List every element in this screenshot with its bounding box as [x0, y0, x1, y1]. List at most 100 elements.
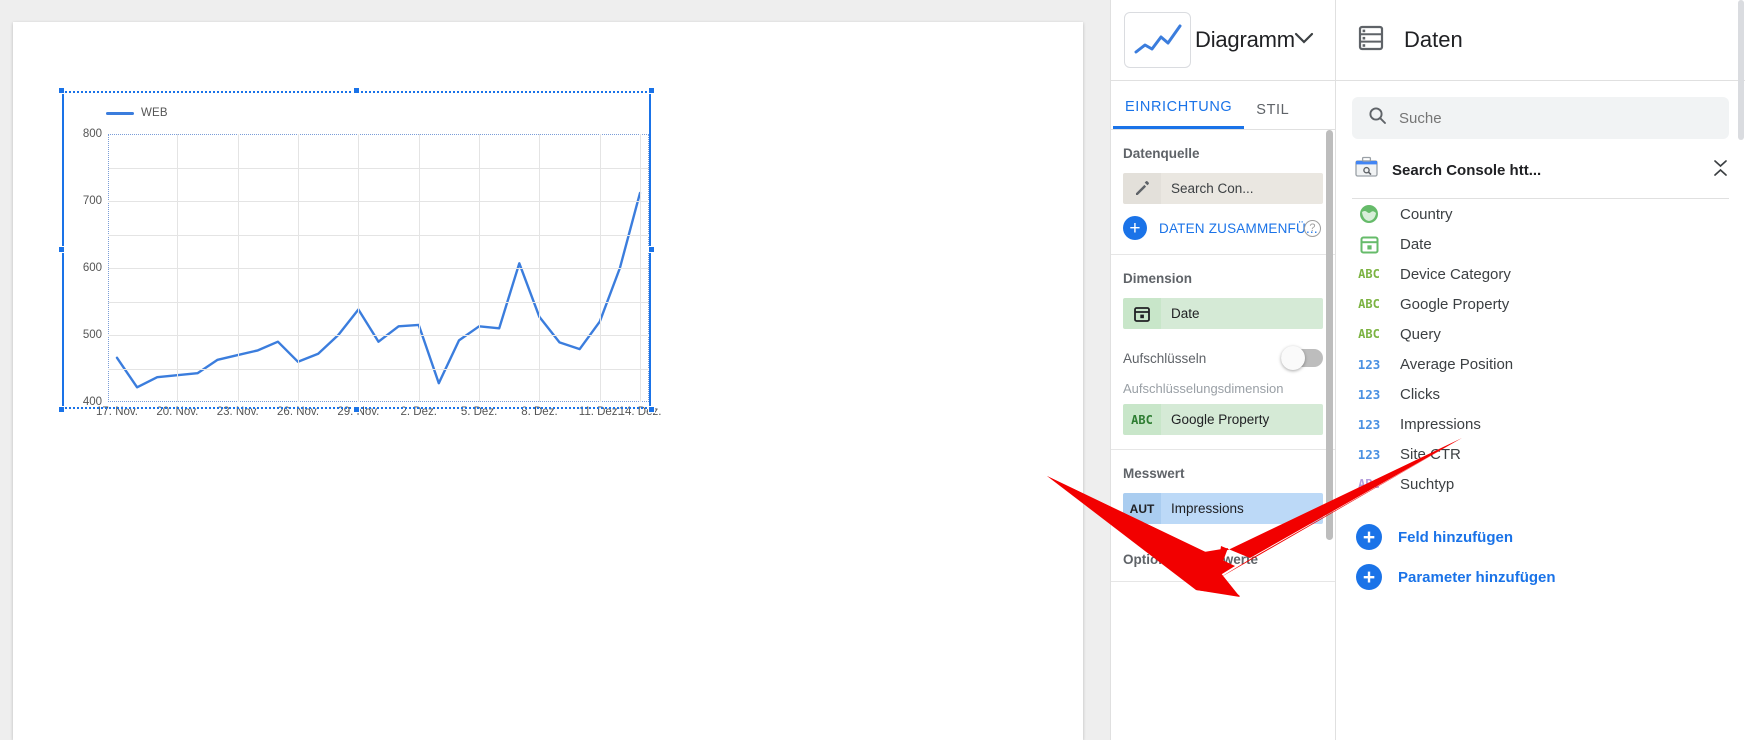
field-label: Google Property	[1400, 295, 1510, 313]
pencil-icon[interactable]	[1123, 173, 1161, 204]
section-messwert: Messwert AUT Impressions Optionale Messw…	[1111, 450, 1335, 582]
properties-scroll-track[interactable]	[1324, 130, 1335, 740]
resize-handle-top-middle[interactable]	[353, 87, 360, 94]
legend-label-web: WEB	[141, 107, 168, 119]
data-add-link-label: Parameter hinzufügen	[1398, 568, 1556, 586]
report-page[interactable]: WEB 400 500 600 700 800 17. Nov. 20. Nov. 23. …	[13, 22, 1083, 740]
help-circle-icon[interactable]: ?	[1304, 219, 1321, 237]
chart-gridline-v	[237, 134, 239, 402]
data-source-name: Search Console htt...	[1392, 161, 1542, 179]
resize-handle-bottom-right[interactable]	[648, 406, 655, 413]
number-type-icon: 123	[1357, 356, 1381, 372]
merge-data-link[interactable]: + DATEN ZUSAMMENFÜ... ?	[1123, 216, 1323, 240]
datasource-title: Datenquelle	[1123, 146, 1200, 161]
chart-gridline-v	[177, 134, 179, 402]
report-canvas-area: WEB 400 500 600 700 800 17. Nov. 20. Nov. 23. …	[0, 0, 1110, 740]
data-add-link[interactable]: + Feld hinzufügen	[1336, 517, 1745, 557]
properties-tabs: EINRICHTUNG STIL	[1111, 81, 1335, 130]
breakdown-toggle-row: Aufschlüsseln	[1123, 346, 1323, 370]
legend-swatch-web	[106, 111, 134, 115]
field-row[interactable]: 123 Average Position	[1336, 349, 1745, 379]
y-axis-tick-label: 600	[82, 262, 102, 274]
app-root: WEB 400 500 600 700 800 17. Nov. 20. Nov. 23. …	[0, 0, 1745, 740]
datasource-chip[interactable]: Search Con...	[1123, 173, 1323, 204]
chart-properties-panel: Diagramm EINRICHTUNG STIL Datenquelle Se…	[1110, 0, 1335, 740]
breakdown-toggle[interactable]	[1281, 346, 1323, 370]
datasource-chip-label: Search Con...	[1161, 173, 1323, 204]
chart-gridline-v	[418, 134, 420, 402]
field-row[interactable]: Date	[1336, 229, 1745, 259]
search-placeholder: Suche	[1399, 109, 1442, 127]
chart-gridline-h	[108, 335, 649, 336]
chart-y-axis: 400 500 600 700 800	[62, 128, 102, 408]
field-row[interactable]: ABC Query	[1336, 319, 1745, 349]
y-axis-tick-label: 500	[82, 329, 102, 341]
abc-text-type-icon: ABC	[1358, 297, 1380, 311]
abc-text-type-icon: ABC	[1358, 327, 1380, 341]
metric-chip-impressions[interactable]: AUT Impressions	[1123, 493, 1323, 524]
chart-type-label: Diagramm	[1195, 27, 1295, 52]
data-panel-add-links: + Feld hinzufügen + Parameter hinzufügen	[1336, 517, 1745, 597]
data-add-link-label: Feld hinzufügen	[1398, 528, 1513, 546]
chart-x-axis: 17. Nov. 20. Nov. 23. Nov. 26. Nov. 29. Nov.…	[96, 406, 661, 426]
auto-aggregation-icon: AUT	[1123, 493, 1161, 524]
chart-plot-area	[108, 134, 649, 402]
field-label: Suchtyp	[1400, 475, 1455, 493]
field-label: Query	[1400, 325, 1441, 343]
resize-handle-top-left[interactable]	[58, 87, 65, 94]
breakdown-toggle-label: Aufschlüsseln	[1123, 350, 1207, 366]
plus-circle-icon: +	[1356, 524, 1382, 550]
search-icon	[1368, 106, 1387, 130]
search-console-icon	[1354, 155, 1379, 185]
field-label: Clicks	[1400, 385, 1440, 403]
data-panel-scrollbar[interactable]	[1738, 0, 1744, 140]
field-label: Device Category	[1400, 265, 1511, 283]
resize-handle-bottom-middle[interactable]	[353, 406, 360, 413]
dimension-chip-date[interactable]: Date	[1123, 298, 1323, 329]
data-panel-header: Daten	[1336, 0, 1745, 81]
tab-stil[interactable]: STIL	[1244, 102, 1301, 129]
metric-chip-label: Impressions	[1161, 493, 1323, 524]
calendar-icon	[1356, 234, 1382, 255]
line-chart: WEB 400 500 600 700 800 17. Nov. 20. Nov. 23. …	[62, 91, 662, 418]
field-row[interactable]: 123 Site CTR	[1336, 439, 1745, 469]
field-row[interactable]: ABC Device Category	[1336, 259, 1745, 289]
chart-type-selector[interactable]: Diagramm	[1124, 12, 1315, 68]
dimension-chip-label: Date	[1161, 298, 1323, 329]
toggle-knob	[1281, 346, 1305, 370]
field-label: Impressions	[1400, 415, 1481, 433]
tab-einrichtung[interactable]: EINRICHTUNG	[1113, 99, 1245, 129]
number-type-icon: 123	[1357, 416, 1381, 432]
resize-handle-middle-right[interactable]	[648, 246, 655, 253]
chart-legend: WEB	[106, 107, 168, 119]
properties-scrollbar-thumb[interactable]	[1326, 130, 1333, 540]
chart-gridline-v	[599, 134, 601, 402]
field-label: Date	[1400, 235, 1432, 253]
breakdown-chip-google-property[interactable]: ABC Google Property	[1123, 404, 1323, 435]
data-field-list: Country Date ABC Device Category ABC Google P…	[1336, 199, 1745, 499]
data-source-row[interactable]: Search Console htt...	[1336, 139, 1745, 198]
field-row[interactable]: ABC Suchtyp	[1336, 469, 1745, 499]
resize-handle-top-right[interactable]	[648, 87, 655, 94]
line-chart-icon	[1124, 12, 1191, 68]
chart-gridline-h-minor	[108, 368, 649, 370]
field-row[interactable]: 123 Clicks	[1336, 379, 1745, 409]
data-add-link[interactable]: + Parameter hinzufügen	[1336, 557, 1745, 597]
search-input[interactable]: Suche	[1352, 97, 1729, 139]
chart-gridline-v	[358, 134, 360, 402]
chart-widget-selected[interactable]: WEB 400 500 600 700 800 17. Nov. 20. Nov. 23. …	[58, 87, 662, 418]
chart-gridline-h	[108, 201, 649, 202]
properties-panel-header: Diagramm	[1111, 0, 1335, 81]
abc-text-type-icon: ABC	[1358, 477, 1380, 491]
collapse-expand-icon[interactable]	[1712, 157, 1729, 184]
chevron-down-icon	[1293, 31, 1315, 50]
number-type-icon: 123	[1357, 446, 1381, 462]
field-row[interactable]: 123 Impressions	[1336, 409, 1745, 439]
field-row[interactable]: Country	[1336, 199, 1745, 229]
resize-handle-bottom-left[interactable]	[58, 406, 65, 413]
y-axis-tick-label: 700	[82, 195, 102, 207]
dimension-title: Dimension	[1123, 271, 1193, 286]
field-row[interactable]: ABC Google Property	[1336, 289, 1745, 319]
resize-handle-middle-left[interactable]	[58, 246, 65, 253]
chart-gridline-h-minor	[108, 234, 649, 236]
